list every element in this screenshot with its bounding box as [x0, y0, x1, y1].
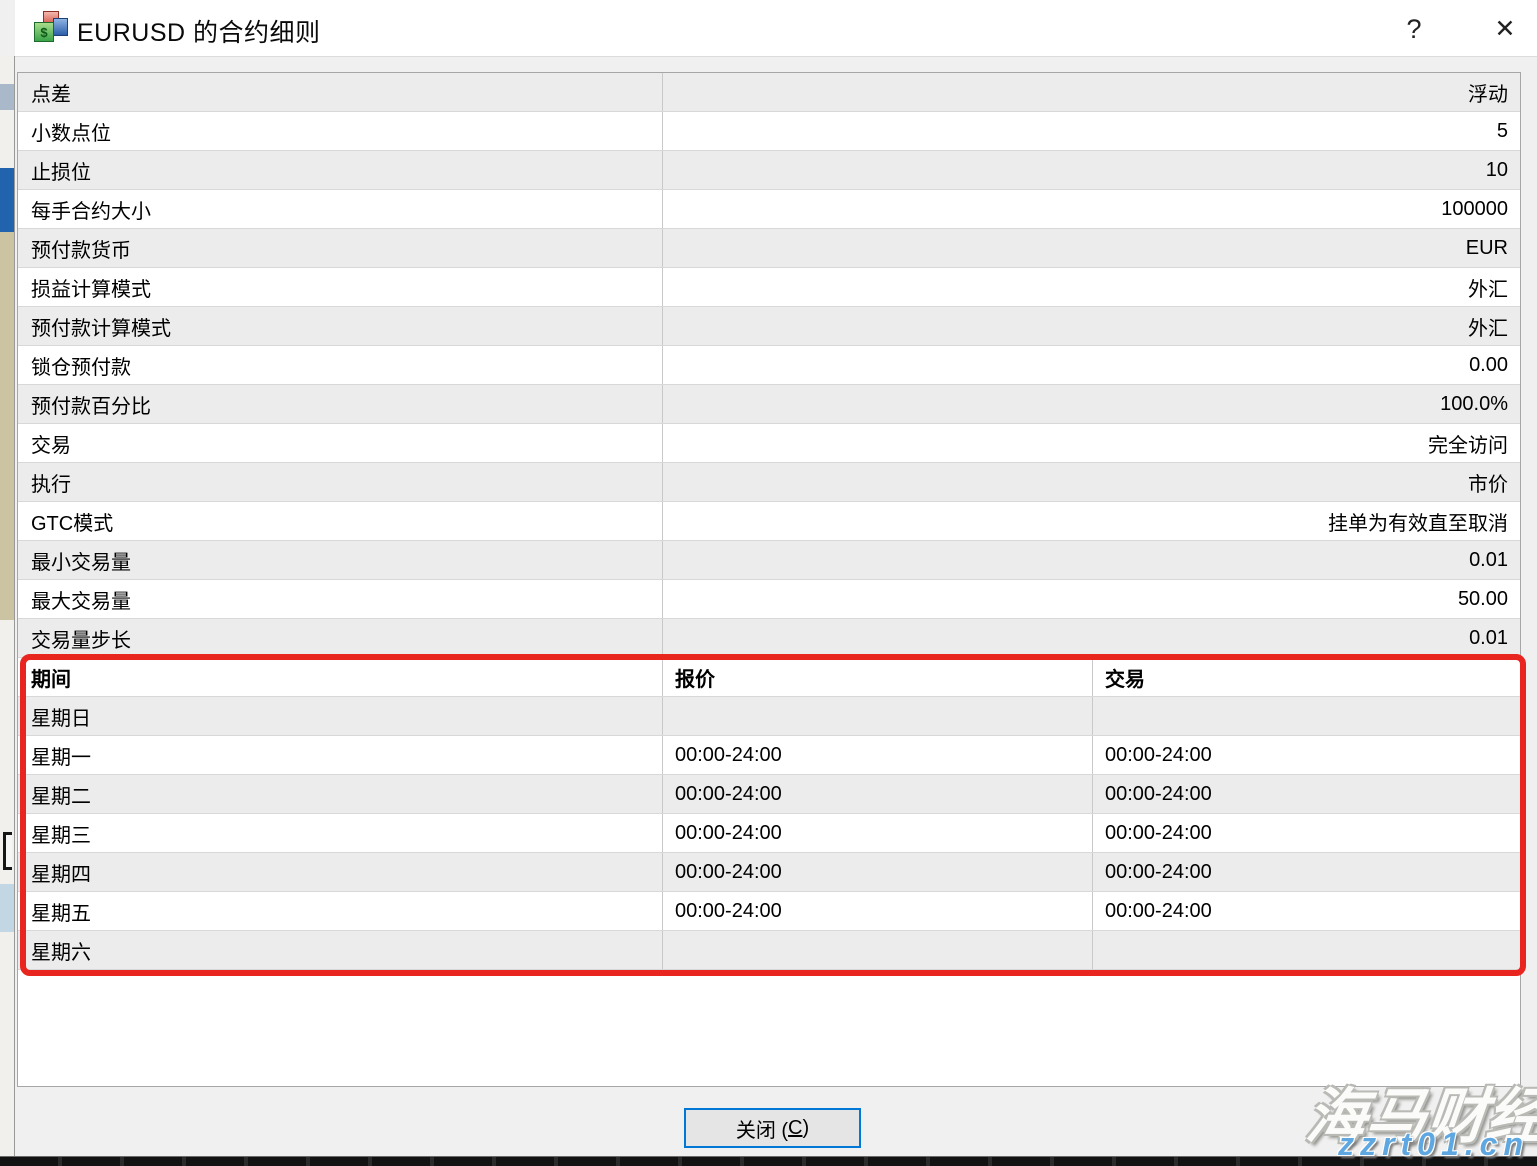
- background-segment: [0, 84, 14, 110]
- close-icon[interactable]: ✕: [1483, 8, 1527, 50]
- spec-value: 0.01: [663, 627, 1520, 650]
- schedule-trade: 00:00-24:00: [1093, 892, 1520, 930]
- schedule-day: 星期一: [18, 736, 663, 774]
- schedule-trade: [1093, 931, 1520, 969]
- schedule-quotes: 00:00-24:00: [663, 775, 1093, 813]
- table-row: GTC模式 挂单为有效直至取消: [18, 502, 1520, 541]
- spec-label: 预付款货币: [18, 229, 663, 267]
- schedule-quotes: 00:00-24:00: [663, 814, 1093, 852]
- close-button-label-suffix: ): [803, 1117, 810, 1140]
- schedule-trade: 00:00-24:00: [1093, 736, 1520, 774]
- background-window-bottom-edge: [0, 1156, 1537, 1166]
- schedule-row: 星期五 00:00-24:00 00:00-24:00: [18, 892, 1520, 931]
- schedule-row: 星期四 00:00-24:00 00:00-24:00: [18, 853, 1520, 892]
- table-empty-area: [18, 970, 1520, 1086]
- schedule-day: 星期六: [18, 931, 663, 969]
- dialog-title: EURUSD 的合约细则: [77, 13, 321, 49]
- symbol-icon-blue-square: [53, 18, 68, 36]
- spec-label: 锁仓预付款: [18, 346, 663, 384]
- dialog-titlebar: $ EURUSD 的合约细则 ? ✕: [15, 0, 1537, 57]
- schedule-trade: [1093, 697, 1520, 735]
- spec-label: 交易量步长: [18, 619, 663, 657]
- spec-value: 外汇: [663, 312, 1520, 341]
- spec-label: 每手合约大小: [18, 190, 663, 228]
- spec-value: 10: [663, 159, 1520, 182]
- schedule-trade: 00:00-24:00: [1093, 775, 1520, 813]
- spec-label: GTC模式: [18, 502, 663, 540]
- spec-label: 最大交易量: [18, 580, 663, 618]
- spec-value: EUR: [663, 237, 1520, 260]
- schedule-day: 星期日: [18, 697, 663, 735]
- schedule-quotes: 00:00-24:00: [663, 892, 1093, 930]
- spec-value: 外汇: [663, 273, 1520, 302]
- spec-label: 止损位: [18, 151, 663, 189]
- schedule-header-trade: 交易: [1093, 658, 1520, 696]
- schedule-header-period: 期间: [18, 658, 663, 696]
- spec-value: 5: [663, 120, 1520, 143]
- spec-label: 损益计算模式: [18, 268, 663, 306]
- schedule-header-row: 期间 报价 交易: [18, 658, 1520, 697]
- spec-label: 最小交易量: [18, 541, 663, 579]
- spec-label: 点差: [18, 73, 663, 111]
- schedule-quotes: 00:00-24:00: [663, 853, 1093, 891]
- schedule-day: 星期三: [18, 814, 663, 852]
- table-row: 预付款百分比 100.0%: [18, 385, 1520, 424]
- spec-label: 交易: [18, 424, 663, 462]
- background-window-edge: [0, 56, 15, 1157]
- spec-value: 50.00: [663, 588, 1520, 611]
- background-segment: [0, 232, 14, 620]
- spec-value: 浮动: [663, 78, 1520, 107]
- spec-label: 小数点位: [18, 112, 663, 150]
- table-row: 最小交易量 0.01: [18, 541, 1520, 580]
- schedule-quotes: [663, 931, 1093, 969]
- close-button-label-prefix: 关闭 (: [736, 1114, 788, 1143]
- spec-value: 100.0%: [663, 393, 1520, 416]
- contract-spec-table: 点差 浮动 小数点位 5 止损位 10 每手合约大小 100000 预付款货币 …: [17, 72, 1521, 1087]
- table-row: 锁仓预付款 0.00: [18, 346, 1520, 385]
- symbol-icon: $: [34, 11, 70, 46]
- schedule-row: 星期三 00:00-24:00 00:00-24:00: [18, 814, 1520, 853]
- schedule-row: 星期一 00:00-24:00 00:00-24:00: [18, 736, 1520, 775]
- spec-value: 市价: [663, 468, 1520, 497]
- background-segment: [0, 168, 14, 232]
- schedule-day: 星期二: [18, 775, 663, 813]
- contract-specs-dialog: $ EURUSD 的合约细则 ? ✕ 点差 浮动 小数点位 5 止损位 10 每…: [0, 0, 1537, 1166]
- table-row: 交易 完全访问: [18, 424, 1520, 463]
- schedule-day: 星期四: [18, 853, 663, 891]
- spec-value: 0.01: [663, 549, 1520, 572]
- table-row: 执行 市价: [18, 463, 1520, 502]
- schedule-quotes: [663, 697, 1093, 735]
- background-segment: [0, 884, 14, 932]
- table-row: 每手合约大小 100000: [18, 190, 1520, 229]
- help-button[interactable]: ?: [1392, 8, 1436, 50]
- spec-value: 挂单为有效直至取消: [663, 507, 1520, 536]
- schedule-row: 星期六: [18, 931, 1520, 970]
- spec-label: 预付款计算模式: [18, 307, 663, 345]
- table-row: 交易量步长 0.01: [18, 619, 1520, 658]
- close-button[interactable]: 关闭 (C): [684, 1108, 861, 1148]
- table-row: 损益计算模式 外汇: [18, 268, 1520, 307]
- spec-value: 100000: [663, 198, 1520, 221]
- table-row: 最大交易量 50.00: [18, 580, 1520, 619]
- table-row: 小数点位 5: [18, 112, 1520, 151]
- schedule-row: 星期二 00:00-24:00 00:00-24:00: [18, 775, 1520, 814]
- spec-value: 完全访问: [663, 429, 1520, 458]
- symbol-icon-green-square: $: [34, 22, 54, 42]
- table-row: 预付款货币 EUR: [18, 229, 1520, 268]
- close-button-accesskey: C: [788, 1117, 802, 1140]
- table-row: 止损位 10: [18, 151, 1520, 190]
- schedule-header-quotes: 报价: [663, 658, 1093, 696]
- schedule-trade: 00:00-24:00: [1093, 814, 1520, 852]
- schedule-row: 星期日: [18, 697, 1520, 736]
- background-segment: [3, 832, 12, 870]
- schedule-quotes: 00:00-24:00: [663, 736, 1093, 774]
- spec-label: 执行: [18, 463, 663, 501]
- spec-label: 预付款百分比: [18, 385, 663, 423]
- schedule-trade: 00:00-24:00: [1093, 853, 1520, 891]
- spec-value: 0.00: [663, 354, 1520, 377]
- table-row: 预付款计算模式 外汇: [18, 307, 1520, 346]
- schedule-day: 星期五: [18, 892, 663, 930]
- table-row: 点差 浮动: [18, 73, 1520, 112]
